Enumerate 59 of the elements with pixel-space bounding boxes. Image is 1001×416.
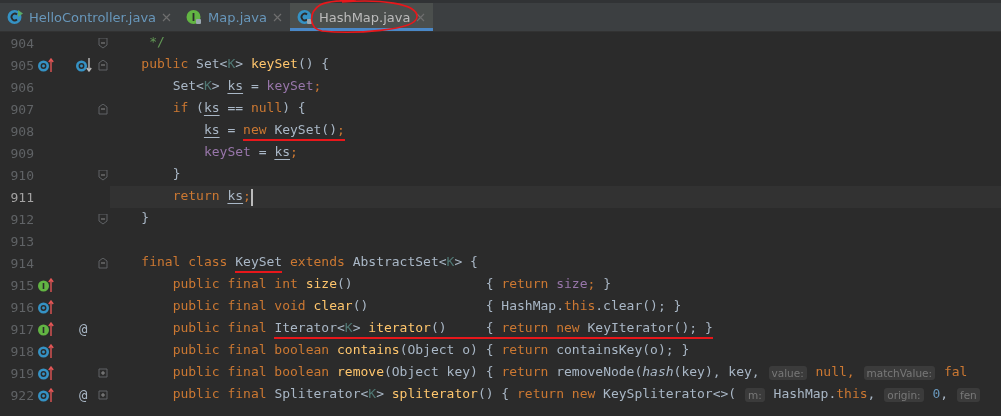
close-icon[interactable] bbox=[416, 12, 426, 22]
annotation-marker[interactable]: @ bbox=[76, 387, 88, 403]
code-line: final class KeySet extends AbstractSet<K> { bbox=[110, 253, 478, 273]
line-number: 905 bbox=[10, 57, 34, 73]
code-line: if (ks == null) { bbox=[171, 99, 306, 117]
line-number: 911 bbox=[10, 189, 34, 205]
line-number: 913 bbox=[10, 233, 34, 249]
line-number: 919 bbox=[10, 365, 34, 381]
line-number: 914 bbox=[10, 255, 34, 271]
line-number: 909 bbox=[10, 145, 34, 161]
line-number: 915 bbox=[10, 277, 34, 293]
code-line: public final Spliterator<K> spliterator() { return new KeySpliterator<>( m: HashMap.this, origin: 0, fen bbox=[110, 385, 981, 405]
fold-collapse-icon[interactable] bbox=[98, 257, 108, 269]
code-line: public final Iterator<K> iterator() { return new KeyIterator(); } bbox=[110, 319, 713, 339]
file-tab[interactable]: HashMap.java bbox=[289, 3, 434, 31]
method-up-arrow-icon[interactable] bbox=[38, 344, 54, 358]
method-up-arrow-icon[interactable] bbox=[38, 366, 54, 380]
method-up-arrow-icon[interactable] bbox=[38, 300, 54, 314]
method-up-arrow-icon[interactable] bbox=[38, 278, 54, 292]
code-line: keySet = ks; bbox=[202, 143, 298, 161]
code-line: public final boolean remove(Object key) { return removeNode(hash(key), key, value: null, matchValue: fal bbox=[171, 363, 968, 382]
fold-expand-icon[interactable] bbox=[98, 367, 108, 379]
fold-collapse-icon[interactable] bbox=[98, 103, 108, 115]
line-number: 904 bbox=[10, 35, 34, 51]
code-line: public final int size() { return size; } bbox=[171, 275, 611, 293]
method-up-arrow-icon[interactable] bbox=[38, 388, 54, 402]
annotation-marker[interactable]: @ bbox=[76, 321, 88, 337]
code-line: public final boolean contains(Object o) { return containsKey(o); } bbox=[171, 341, 690, 359]
line-number: 918 bbox=[10, 343, 34, 359]
close-icon[interactable] bbox=[272, 12, 282, 22]
code-line: ks = new KeySet(); bbox=[110, 121, 345, 141]
line-number: 910 bbox=[10, 167, 34, 183]
code-line: } bbox=[140, 209, 150, 227]
line-number: 916 bbox=[10, 299, 34, 315]
fold-collapse-icon[interactable] bbox=[98, 169, 108, 181]
line-number: 907 bbox=[10, 101, 34, 117]
class-icon bbox=[7, 9, 23, 25]
fold-expand-icon[interactable] bbox=[98, 389, 108, 401]
code-line: Set<K> ks = keySet; bbox=[171, 77, 322, 95]
code-line: return ks; bbox=[171, 187, 251, 205]
method-up-arrow-icon[interactable] bbox=[38, 322, 54, 336]
code-line: */ bbox=[148, 33, 165, 51]
fold-collapse-icon[interactable] bbox=[98, 37, 108, 49]
code-line: } bbox=[171, 165, 181, 183]
fold-collapse-icon[interactable] bbox=[98, 59, 108, 71]
class-icon bbox=[296, 9, 313, 25]
code-line: public Set<K> keySet() { bbox=[140, 55, 330, 73]
line-number: 917 bbox=[10, 321, 34, 337]
line-number: 912 bbox=[10, 211, 34, 227]
line-number: 908 bbox=[10, 123, 34, 139]
method-up-arrow-icon[interactable] bbox=[38, 58, 54, 72]
method-down-arrow-icon[interactable] bbox=[76, 58, 92, 72]
text-cursor bbox=[250, 188, 253, 206]
close-icon[interactable] bbox=[162, 12, 172, 22]
line-number: 906 bbox=[10, 79, 34, 95]
code-line: public final void clear() { HashMap.this.clear(); } bbox=[171, 297, 682, 315]
fold-collapse-icon[interactable] bbox=[98, 213, 108, 225]
line-number: 922 bbox=[10, 387, 34, 403]
interface-icon bbox=[186, 9, 203, 25]
